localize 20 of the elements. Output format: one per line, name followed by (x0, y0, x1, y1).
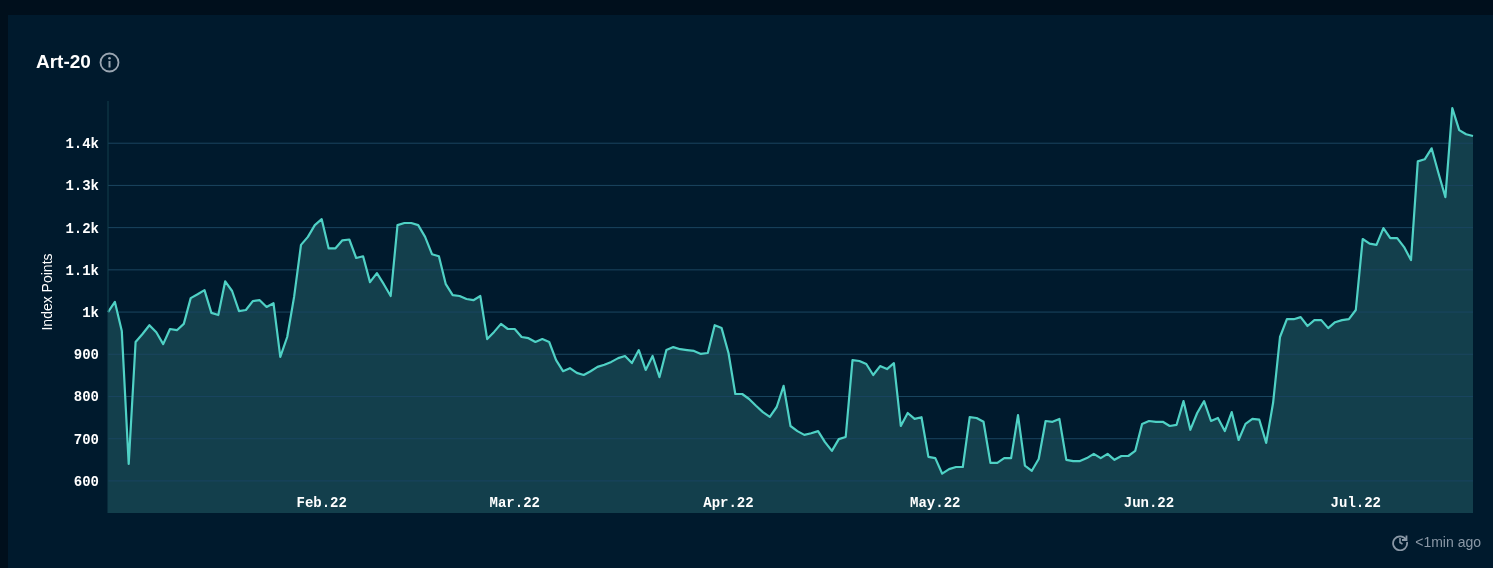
axis-tick-label: Jun.22 (1123, 495, 1175, 511)
axis-tick-label: 1.1k (65, 262, 99, 279)
update-time: <1min ago (1415, 534, 1481, 550)
chart-title: Art-20 (36, 51, 91, 73)
axis-tick-label: Jul.22 (1330, 495, 1381, 511)
info-icon[interactable] (98, 51, 120, 73)
axis-tick-label: 1.3k (65, 178, 99, 195)
axis-tick-label: 1k (82, 305, 99, 322)
refresh-clock-icon[interactable] (1391, 533, 1410, 551)
axis-tick-label: 600 (73, 473, 99, 490)
axis-title: Index Points (39, 253, 55, 331)
axis-tick-label: 700 (73, 431, 99, 448)
axis-tick-label: Feb.22 (296, 495, 347, 511)
axis-tick-label: 1.4k (65, 136, 99, 153)
axis-tick-label: Apr.22 (703, 495, 754, 511)
axis-tick-label: Mar.22 (489, 495, 540, 511)
axis-tick-label: 800 (73, 389, 99, 406)
axis-tick-label: May.22 (910, 495, 961, 511)
axis-tick-label: 900 (73, 347, 99, 364)
axis-tick-label: 1.2k (65, 220, 99, 237)
